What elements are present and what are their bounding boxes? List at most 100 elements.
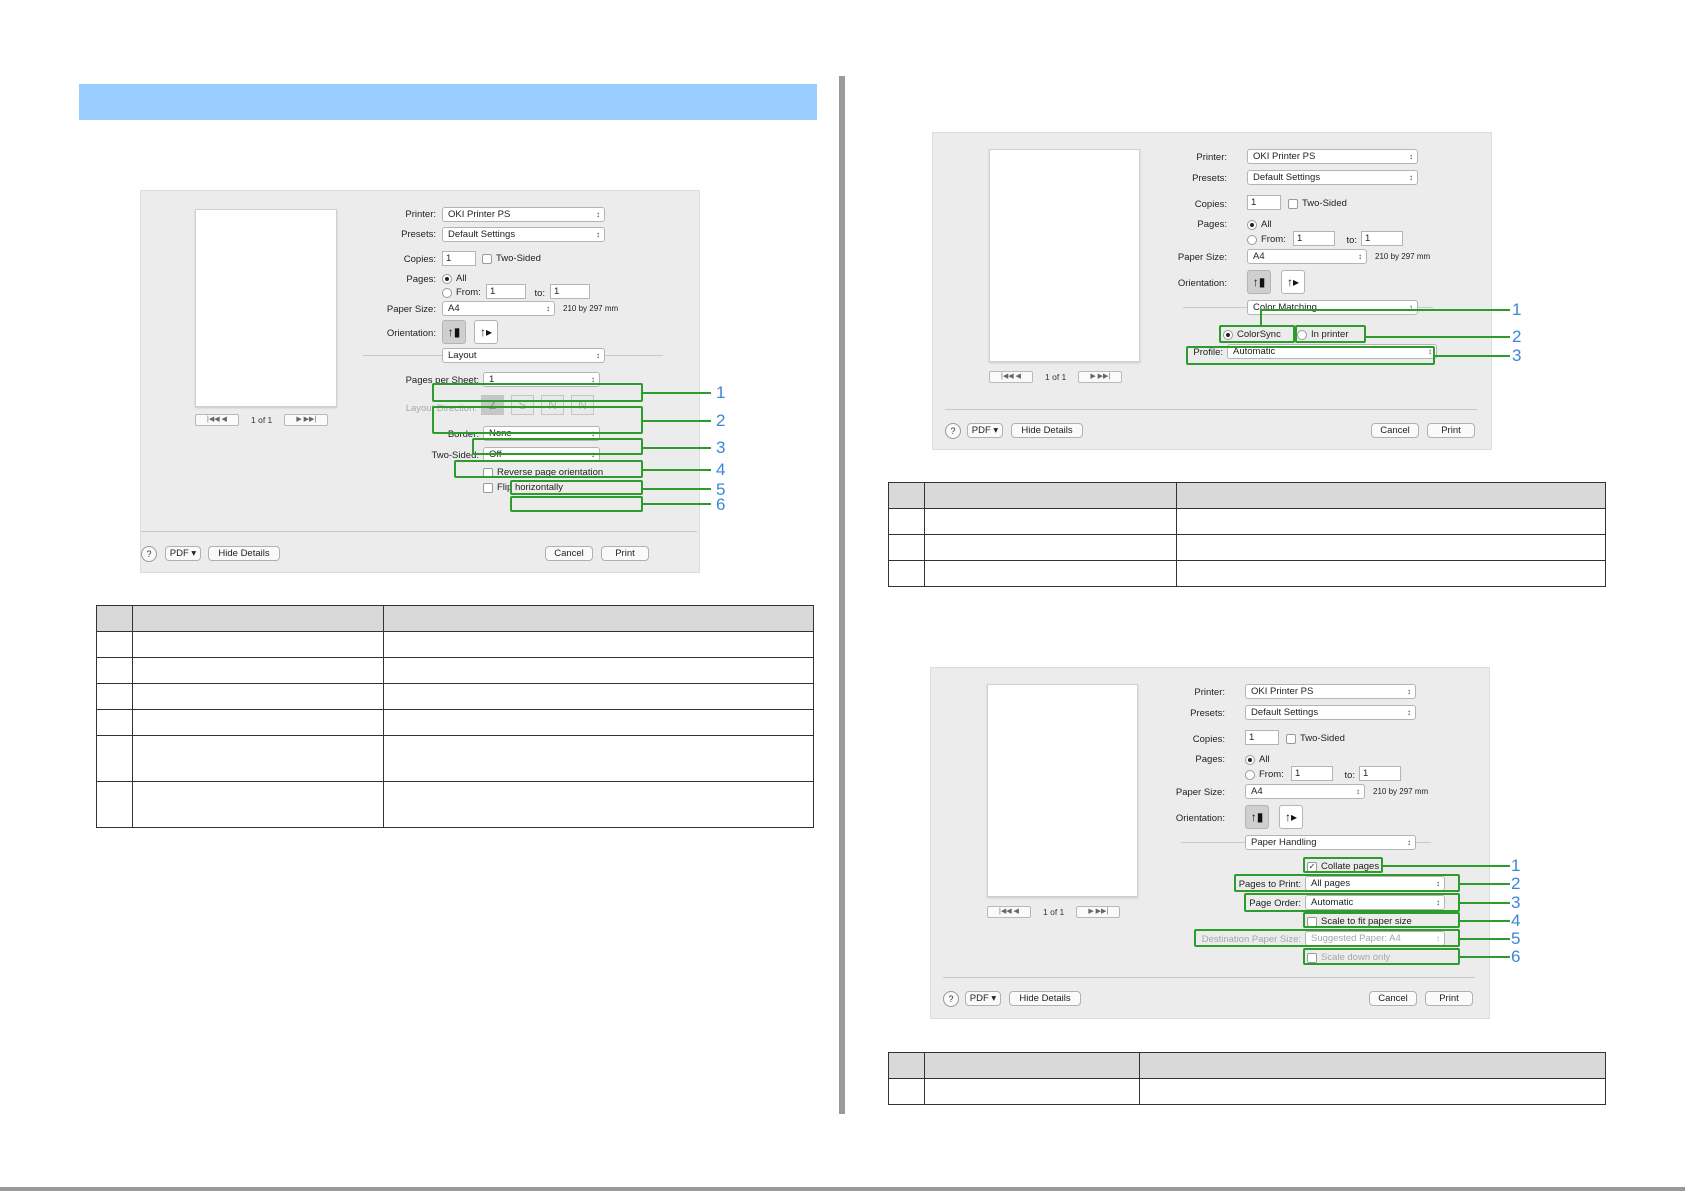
pages-to-field[interactable]: 1 (1359, 766, 1401, 781)
pages-from-radio[interactable]: From: (1245, 769, 1284, 780)
callout-number: 1 (1512, 300, 1522, 319)
leader-line (1460, 883, 1510, 885)
pdf-button[interactable]: PDF ▾ (965, 991, 1001, 1006)
pages-from-radio[interactable]: From: (442, 287, 481, 298)
hide-details-button[interactable]: Hide Details (1011, 423, 1083, 438)
pages-all-radio[interactable]: All (1247, 219, 1272, 230)
presets-popup[interactable]: Default Settings (1247, 170, 1418, 185)
pages-from-field[interactable]: 1 (1293, 231, 1335, 246)
copies-field[interactable]: 1 (1245, 730, 1279, 745)
two-sided-checkbox[interactable]: Two-Sided (1288, 198, 1347, 209)
portrait-icon[interactable]: ↑▮ (1245, 805, 1269, 829)
nav-forward-icon[interactable]: ▶ ▶▶| (284, 414, 329, 426)
pages-from-label: From: (456, 287, 481, 298)
print-button[interactable]: Print (601, 546, 649, 561)
layout-settings-table (96, 605, 814, 828)
nav-forward-icon[interactable]: ▶ ▶▶| (1076, 906, 1121, 918)
pages-to-label: to: (1346, 235, 1357, 246)
help-icon[interactable]: ? (945, 423, 961, 439)
portrait-icon[interactable]: ↑▮ (442, 320, 466, 344)
nav-back-icon[interactable]: |◀◀ ◀ (195, 414, 239, 426)
two-sided-checkbox[interactable]: Two-Sided (1286, 733, 1345, 744)
copies-label: Copies: (403, 254, 436, 265)
panel-popup[interactable]: Color Matching (1247, 300, 1418, 315)
page-preview (989, 149, 1140, 362)
highlight-layout-direction (432, 406, 643, 434)
paper-size-popup[interactable]: A4 (442, 301, 555, 316)
leader-line (1460, 902, 1510, 904)
table-row (96, 683, 814, 710)
help-icon[interactable]: ? (141, 546, 157, 562)
cancel-button[interactable]: Cancel (1371, 423, 1419, 438)
table-row (96, 709, 814, 736)
preview-page-nav: |◀◀ ◀ 1 of 1 ▶ ▶▶| (987, 906, 1121, 918)
color-matching-table (888, 482, 1606, 587)
paper-dimensions: 210 by 297 mm (1375, 252, 1431, 261)
nav-back-icon[interactable]: |◀◀ ◀ (987, 906, 1031, 918)
leader-line (1460, 956, 1510, 958)
callout-number: 4 (716, 460, 726, 479)
pages-from-radio[interactable]: From: (1247, 234, 1286, 245)
paper-size-popup[interactable]: A4 (1245, 784, 1365, 799)
landscape-icon[interactable]: ↑▸ (1281, 270, 1305, 294)
callout-number: 6 (716, 495, 726, 514)
pages-to-field[interactable]: 1 (1361, 231, 1403, 246)
print-button[interactable]: Print (1427, 423, 1475, 438)
hide-details-button[interactable]: Hide Details (208, 546, 280, 561)
highlight-profile (1186, 346, 1435, 365)
nav-forward-icon[interactable]: ▶ ▶▶| (1078, 371, 1123, 383)
paper-size-popup[interactable]: A4 (1247, 249, 1367, 264)
highlight-reverse (510, 480, 643, 495)
page-preview (195, 209, 337, 407)
panel-popup[interactable]: Layout (442, 348, 605, 363)
callout-number: 2 (1512, 327, 1522, 346)
highlight-colorsync (1219, 325, 1295, 343)
paper-dimensions: 210 by 297 mm (1373, 787, 1429, 796)
highlight-scale-down-only (1303, 948, 1460, 965)
presets-label: Presets: (1192, 173, 1227, 184)
callout-number: 5 (1511, 929, 1521, 948)
cancel-button[interactable]: Cancel (1369, 991, 1417, 1006)
table-row (96, 735, 814, 782)
pages-to-field[interactable]: 1 (550, 284, 590, 299)
pages-from-field[interactable]: 1 (1291, 766, 1333, 781)
leader-line (1366, 336, 1510, 338)
hide-details-button[interactable]: Hide Details (1009, 991, 1081, 1006)
landscape-icon[interactable]: ↑▸ (474, 320, 498, 344)
table-row (96, 631, 814, 658)
print-button[interactable]: Print (1425, 991, 1473, 1006)
nav-back-icon[interactable]: |◀◀ ◀ (989, 371, 1033, 383)
highlight-two-sided (454, 460, 643, 478)
leader-line (643, 420, 711, 422)
presets-popup[interactable]: Default Settings (1245, 705, 1416, 720)
pages-from-field[interactable]: 1 (486, 284, 526, 299)
pdf-button[interactable]: PDF ▾ (165, 546, 201, 561)
highlight-pages-to-print (1234, 874, 1460, 892)
printer-popup[interactable]: OKI Printer PS (442, 207, 605, 222)
cancel-button[interactable]: Cancel (545, 546, 593, 561)
callout-number: 2 (716, 411, 726, 430)
panel-popup[interactable]: Paper Handling (1245, 835, 1416, 850)
landscape-icon[interactable]: ↑▸ (1279, 805, 1303, 829)
help-icon[interactable]: ? (943, 991, 959, 1007)
layout-print-dialog: |◀◀ ◀ 1 of 1 ▶ ▶▶| Printer: OKI Printer … (140, 190, 700, 573)
pages-all-radio[interactable]: All (1245, 754, 1270, 765)
highlight-in-printer (1295, 325, 1366, 343)
paper-handling-table (888, 1052, 1606, 1105)
highlight-destination-paper-size (1194, 929, 1460, 947)
pdf-button[interactable]: PDF ▾ (967, 423, 1003, 438)
paper-dimensions: 210 by 297 mm (563, 304, 619, 313)
portrait-icon[interactable]: ↑▮ (1247, 270, 1271, 294)
leader-line (643, 469, 711, 471)
copies-field[interactable]: 1 (442, 251, 476, 266)
printer-popup[interactable]: OKI Printer PS (1247, 149, 1418, 164)
pages-to-label: to: (534, 288, 545, 299)
column-divider (839, 76, 845, 1114)
copies-field[interactable]: 1 (1247, 195, 1281, 210)
pages-all-radio[interactable]: All (442, 273, 467, 284)
printer-popup[interactable]: OKI Printer PS (1245, 684, 1416, 699)
two-sided-checkbox[interactable]: Two-Sided (482, 253, 541, 264)
presets-popup[interactable]: Default Settings (442, 227, 605, 242)
page-bottom-rule (0, 1187, 1685, 1191)
paper-size-label: Paper Size: (386, 304, 436, 315)
